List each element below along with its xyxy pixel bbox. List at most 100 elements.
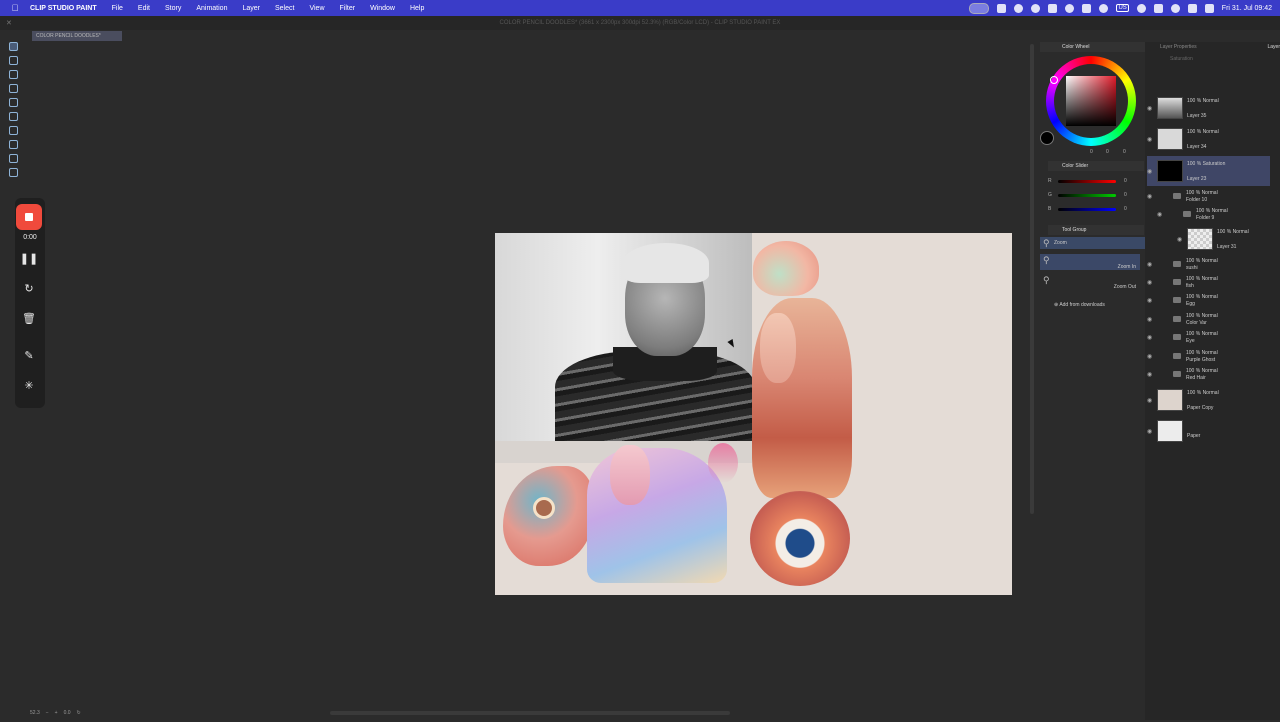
dropbox-icon[interactable] [1082,3,1092,13]
vertical-scrollbar[interactable] [1030,44,1034,514]
eye-icon[interactable]: ◉ [1177,236,1187,243]
folder-row[interactable]: ◉ 100 % Normal Folder 9 [1147,206,1270,222]
eye-icon[interactable]: ◉ [1157,211,1167,218]
menu-filter[interactable]: Filter [340,5,356,12]
document-tab[interactable]: COLOR PENCIL DOODLES* [32,31,122,41]
bluetooth-icon[interactable] [1136,3,1146,13]
confetti-icon[interactable]: ✳ [22,378,36,392]
green-value[interactable]: 0 [1124,192,1127,198]
zoom-tool-icon[interactable] [8,42,18,51]
blend-mode-select[interactable]: Saturation [1170,56,1193,62]
tab-layer-properties[interactable]: Layer Properties [1160,44,1197,54]
folder-row[interactable]: ◉ 100 % Normal Red Hair [1147,366,1270,382]
stop-recording-button[interactable] [16,204,42,230]
keyboard-layout-indicator[interactable]: US [1116,4,1129,12]
pause-icon[interactable]: ❚❚ [20,251,38,265]
menu-layer[interactable]: Layer [242,5,260,12]
zoom-tool-item[interactable]: ⚲ Zoom [1040,237,1148,249]
menu-animation[interactable]: Animation [196,5,227,12]
saturation-value-square[interactable] [1066,76,1116,126]
selection-tool-icon[interactable] [8,112,18,121]
pen-tool-icon[interactable] [8,154,18,163]
rotation-field[interactable]: 0.0 [64,710,71,716]
navigator-tool-icon[interactable] [8,70,18,79]
eye-icon[interactable]: ◉ [1147,193,1157,200]
hand-tool-icon[interactable] [8,56,18,65]
move-tool-icon[interactable] [8,98,18,107]
eye-icon[interactable]: ◉ [1147,397,1157,404]
canvas[interactable] [495,233,1012,595]
eye-icon[interactable]: ◉ [1147,168,1157,175]
clock[interactable]: Fri 31. Jul 09:42 [1222,5,1272,12]
app-menu[interactable]: CLIP STUDIO PAINT [30,5,97,12]
layer-row[interactable]: ◉ 100 % Normal Paper Copy [1147,386,1270,414]
blue-track[interactable] [1058,207,1116,211]
hue-marker[interactable] [1050,76,1058,84]
app-icon[interactable] [997,3,1007,13]
folder-row[interactable]: ◉ 100 % Normal fish [1147,274,1270,290]
eye-icon[interactable]: ◉ [1147,353,1157,360]
eye-icon[interactable]: ◉ [1147,261,1157,268]
zoom-in-icon[interactable]: + [55,710,58,716]
folder-row[interactable]: ◉ 100 % Normal Color Var [1147,311,1270,327]
battery-icon[interactable] [1153,3,1163,13]
eye-icon[interactable]: ◉ [1147,334,1157,341]
color-slider-header[interactable]: Color Slider [1048,161,1144,171]
folder-row[interactable]: ◉ 100 % Normal Purple Ghost [1147,348,1270,364]
eye-icon[interactable]: ◉ [1147,279,1157,286]
wifi-icon[interactable] [1170,3,1180,13]
apple-icon[interactable]:  [10,3,20,13]
eye-icon[interactable]: ◉ [1147,136,1157,143]
zoom-out-item[interactable]: ⚲ Zoom Out [1040,274,1140,290]
folder-row[interactable]: ◉ 100 % Normal Eye [1147,329,1270,345]
sync-icon[interactable] [1099,3,1109,13]
close-window-icon[interactable]: ✕ [6,19,12,27]
eye-icon[interactable]: ◉ [1147,316,1157,323]
folder-row[interactable]: ◉ 100 % Normal Egg [1147,292,1270,308]
screen-record-icon[interactable] [969,2,990,14]
eye-icon[interactable]: ◉ [1147,105,1157,112]
draw-pen-icon[interactable]: ✎ [22,348,36,362]
green-track[interactable] [1058,193,1116,197]
color-wheel-header[interactable]: Color Wheel [1040,42,1145,52]
menu-window[interactable]: Window [370,5,395,12]
zoom-in-item[interactable]: ⚲ Zoom In [1040,254,1140,270]
red-track[interactable] [1058,179,1116,183]
folder-row[interactable]: ◉ 100 % Normal sushi [1147,256,1270,272]
folder-row[interactable]: ◉ 100 % Normal Folder 10 [1147,188,1270,204]
horizontal-scrollbar[interactable] [330,711,730,715]
zoom-level-field[interactable]: 52.3 [30,710,40,716]
main-color-swatch[interactable] [1040,131,1054,145]
menu-help[interactable]: Help [410,5,424,12]
blue-value[interactable]: 0 [1124,206,1127,212]
layer-row[interactable]: ◉ 100 % Normal Layer 31 [1147,225,1270,253]
menu-edit[interactable]: Edit [138,5,150,12]
search-icon[interactable] [1187,3,1197,13]
siri-icon[interactable] [1031,3,1041,13]
menu-file[interactable]: File [112,5,123,12]
add-from-downloads-button[interactable]: ⊕ Add from downloads [1054,302,1105,308]
control-center-icon[interactable] [1204,3,1214,13]
red-value[interactable]: 0 [1124,178,1127,184]
magnifier-tool-icon[interactable] [8,84,18,93]
trash-icon[interactable]: 🗑 [22,311,36,325]
layer-row[interactable]: ◉ 100 % Normal Layer 34 [1147,125,1270,153]
green-slider[interactable]: G 0 [1048,191,1144,199]
menu-view[interactable]: View [309,5,324,12]
chat-icon[interactable] [1065,3,1075,13]
zoom-out-icon[interactable]: − [46,710,49,716]
creative-cloud-icon[interactable] [1048,3,1058,13]
eye-icon[interactable]: ◉ [1147,297,1157,304]
eye-icon[interactable]: ◉ [1147,371,1157,378]
blue-slider[interactable]: B 0 [1048,205,1144,213]
tool-group-header[interactable]: Tool Group [1048,225,1144,235]
eyedropper-tool-icon[interactable] [8,140,18,149]
auto-select-tool-icon[interactable] [8,126,18,135]
eye-icon[interactable]: ◉ [1147,428,1157,435]
rotate-reset-icon[interactable]: ↻ [77,710,81,716]
tab-layer[interactable]: Layer [1267,44,1280,54]
layer-row-selected[interactable]: ◉ 100 % Saturation Layer 23 [1147,156,1270,186]
focus-icon[interactable] [1014,3,1024,13]
menu-select[interactable]: Select [275,5,294,12]
layer-row[interactable]: ◉ 100 % Normal Layer 35 [1147,94,1270,122]
